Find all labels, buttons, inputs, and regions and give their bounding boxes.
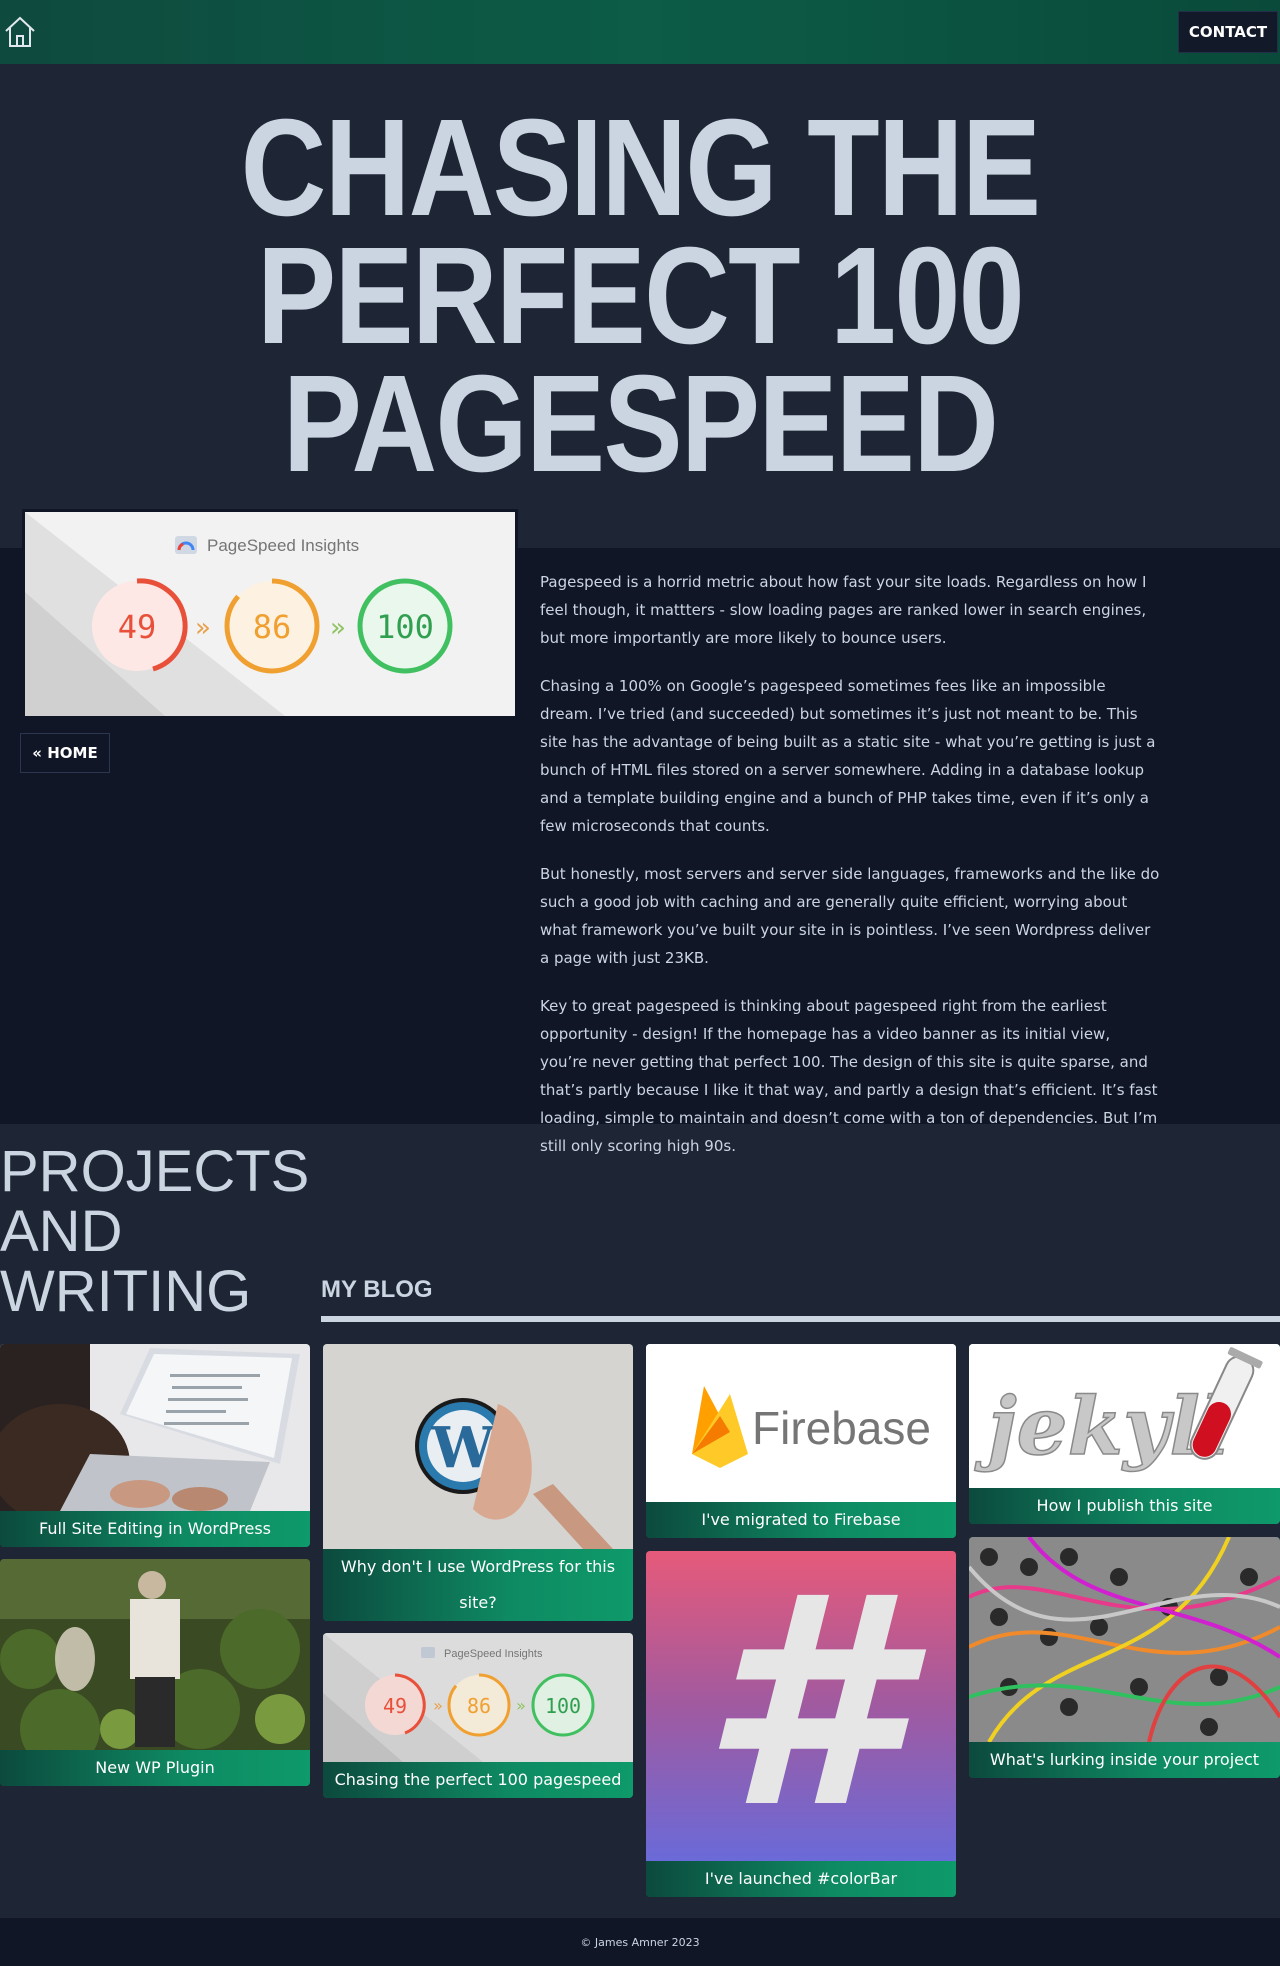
blog-card[interactable]: Firebase I've migrated to Firebase [646, 1344, 956, 1538]
card-image: Firebase [646, 1344, 956, 1502]
card-image: jekyll [969, 1344, 1280, 1488]
card-image: # [646, 1551, 956, 1861]
svg-text:100: 100 [545, 1694, 581, 1718]
svg-text:»: » [433, 1696, 443, 1715]
blog-card[interactable]: New WP Plugin [0, 1559, 310, 1786]
card-caption: Full Site Editing in WordPress [0, 1511, 310, 1547]
firebase-wordmark: Firebase [752, 1402, 931, 1454]
card-caption: What's lurking inside your project [969, 1742, 1280, 1778]
svg-text:PageSpeed Insights: PageSpeed Insights [444, 1648, 543, 1660]
home-icon[interactable] [2, 14, 38, 50]
site-footer: © James Amner 2023 [0, 1918, 1280, 1966]
article-paragraph: Pagespeed is a horrid metric about how f… [540, 573, 1147, 647]
page-title-line: PERFECT 100 [257, 219, 1025, 373]
card-caption: Chasing the perfect 100 pagespeed [323, 1762, 633, 1798]
card-caption: Why don't I use WordPress for this site? [323, 1549, 633, 1621]
blog-card[interactable]: PageSpeed Insights 49 » 86 » 100 Chasing… [323, 1633, 633, 1798]
jekyll-wordmark: jekyll [974, 1379, 1231, 1473]
arrow-icon: » [195, 613, 211, 643]
score-average: 86 [253, 608, 292, 646]
projects-heading: PROJECTS AND WRITING [0, 1139, 310, 1324]
arrow-icon: » [330, 613, 346, 643]
blog-card[interactable]: # I've launched #colorBar [646, 1551, 956, 1897]
back-home-button[interactable]: « HOME [20, 733, 110, 773]
score-poor: 49 [118, 608, 157, 646]
card-caption: I've launched #colorBar [646, 1861, 956, 1897]
blog-card[interactable]: Full Site Editing in WordPress [0, 1344, 310, 1547]
card-caption: I've migrated to Firebase [646, 1502, 956, 1538]
card-caption: New WP Plugin [0, 1750, 310, 1786]
blog-card[interactable]: What's lurking inside your project [969, 1537, 1280, 1778]
card-image: W [323, 1344, 633, 1549]
projects-heading-line: AND [0, 1199, 123, 1264]
article-paragraph: Chasing a 100% on Google’s pagespeed som… [540, 677, 1156, 835]
svg-text:»: » [516, 1696, 526, 1715]
pagespeed-scores-graphic: PageSpeed Insights 49 » 86 » 100 [25, 512, 515, 716]
blog-card[interactable]: jekyll How I publish this site [969, 1344, 1280, 1524]
score-good: 100 [376, 608, 434, 646]
card-image: PageSpeed Insights 49 » 86 » 100 [323, 1633, 633, 1762]
card-caption: How I publish this site [969, 1488, 1280, 1524]
article-body: Pagespeed is a horrid metric about how f… [540, 568, 1160, 1180]
hash-icon: # [700, 1551, 902, 1861]
card-image [969, 1537, 1280, 1742]
blog-card[interactable]: W Why don't I use WordPress for this sit… [323, 1344, 633, 1621]
contact-button[interactable]: CONTACT [1178, 11, 1278, 53]
card-image [0, 1559, 310, 1750]
projects-heading-line: PROJECTS [0, 1139, 310, 1204]
page-title: CHASING THE PERFECT 100 PAGESPEED [90, 91, 1191, 501]
article-paragraph: But honestly, most servers and server si… [540, 865, 1160, 967]
feature-image: PageSpeed Insights 49 » 86 » 100 [22, 509, 518, 719]
blog-divider [321, 1316, 1280, 1322]
hero-section: CHASING THE PERFECT 100 PAGESPEED [0, 64, 1280, 548]
svg-text:86: 86 [467, 1694, 491, 1718]
pagespeed-logo-icon [175, 536, 197, 554]
page-title-line: CHASING THE [240, 91, 1041, 245]
projects-heading-line: WRITING [0, 1259, 252, 1324]
page-title-line: PAGESPEED [282, 347, 999, 501]
site-header: CONTACT [0, 0, 1280, 64]
card-image [0, 1344, 310, 1511]
svg-text:49: 49 [383, 1694, 407, 1718]
article-paragraph: Key to great pagespeed is thinking about… [540, 997, 1158, 1155]
pagespeed-brand-text: PageSpeed Insights [207, 536, 359, 555]
blog-heading: MY BLOG [321, 1276, 433, 1303]
copyright-text: © James Amner 2023 [580, 1935, 700, 1949]
